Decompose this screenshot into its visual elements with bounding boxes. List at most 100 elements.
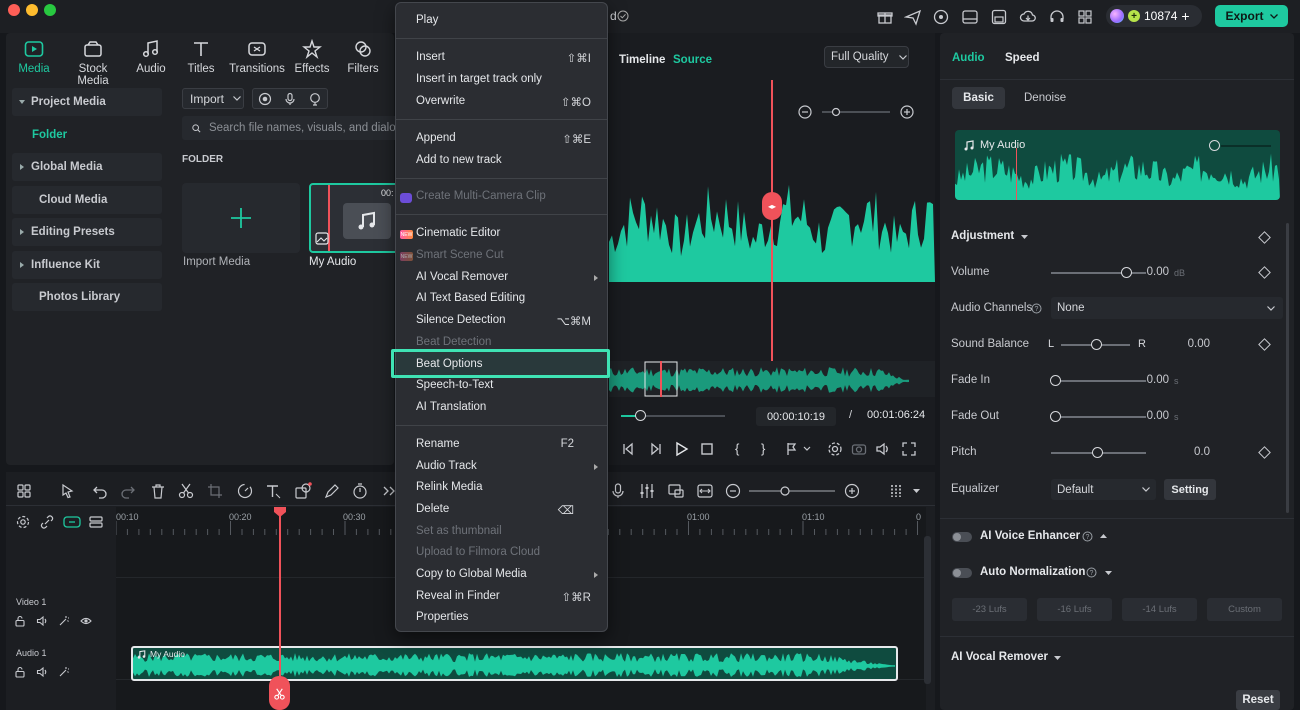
menu-item-beat-options[interactable]: Beat Options (416, 358, 482, 370)
delete-trash-icon[interactable] (149, 482, 167, 500)
marker-icon[interactable] (785, 441, 813, 457)
export-button[interactable]: Export (1215, 5, 1288, 27)
subtab-basic[interactable]: Basic (952, 87, 1005, 109)
quality-dropdown[interactable]: Full Quality (824, 46, 909, 68)
media-item-my-audio[interactable]: 00: (309, 183, 401, 253)
fade-in-value[interactable]: 0.00 (1129, 374, 1169, 386)
timeline-zoom-control[interactable] (725, 482, 859, 500)
keyframe-icon[interactable] (1258, 266, 1271, 279)
auto-ripple-icon[interactable] (63, 515, 81, 529)
menu-item-cinematic-editor[interactable]: Cinematic Editor (416, 227, 500, 239)
gift-icon[interactable] (876, 8, 894, 26)
tab-speed[interactable]: Speed (1005, 52, 1040, 64)
caret-down-icon[interactable] (1021, 235, 1028, 239)
preview-volume-knob[interactable] (1209, 140, 1220, 151)
shape-mask-icon[interactable] (294, 482, 312, 500)
menu-item-insert-target-track[interactable]: Insert in target track only (416, 73, 542, 85)
menu-item-delete[interactable]: Delete (416, 503, 449, 515)
menu-item-add-to-new-track[interactable]: Add to new track (416, 154, 502, 166)
magic-wand-icon[interactable] (58, 666, 70, 678)
keyframe-icon[interactable] (1258, 338, 1271, 351)
save-icon[interactable] (990, 8, 1008, 26)
tab-audio-inspector[interactable]: Audio (952, 52, 985, 64)
fade-out-knob[interactable] (1050, 411, 1061, 422)
settings-gear-icon[interactable] (827, 441, 843, 457)
microphone-icon[interactable] (609, 482, 627, 500)
add-credits-icon[interactable]: + (1181, 8, 1189, 24)
pen-tool-icon[interactable] (323, 482, 341, 500)
menu-item-reveal-in-finder[interactable]: Reveal in Finder (416, 590, 500, 602)
track-layout-icon[interactable] (887, 482, 905, 500)
previous-frame-icon[interactable] (621, 441, 637, 457)
menu-item-ai-vocal-remover[interactable]: AI Vocal Remover (416, 271, 508, 283)
progress-knob[interactable] (635, 410, 646, 421)
support-headset-icon[interactable] (1048, 8, 1066, 26)
fit-timeline-icon[interactable] (696, 482, 714, 500)
fullscreen-icon[interactable] (901, 441, 917, 457)
settings-gear-icon[interactable] (16, 515, 30, 529)
tab-media[interactable]: Media (18, 39, 50, 75)
pitch-knob[interactable] (1092, 447, 1103, 458)
minimize-window-button[interactable] (26, 4, 38, 16)
sidebar-item-folder[interactable]: Folder (12, 121, 162, 149)
lufs-option-23[interactable]: -23 Lufs (952, 598, 1027, 621)
mark-in-icon[interactable]: { (735, 441, 739, 456)
volume-icon[interactable] (875, 441, 891, 457)
balance-value[interactable]: 0.00 (1170, 338, 1210, 350)
voice-enhancer-toggle[interactable] (952, 532, 972, 542)
tab-source[interactable]: Source (673, 54, 712, 66)
caret-down-icon[interactable] (1105, 571, 1112, 575)
scissors-icon[interactable] (177, 482, 195, 500)
stop-icon[interactable] (699, 441, 715, 457)
text-tool-icon[interactable] (264, 482, 282, 500)
select-arrow-icon[interactable] (59, 482, 77, 500)
player-playhead[interactable] (771, 80, 773, 361)
microphone-icon[interactable] (283, 92, 297, 106)
crop-icon[interactable] (206, 482, 224, 500)
menu-item-copy-to-global-media[interactable]: Copy to Global Media (416, 568, 527, 580)
equalizer-dropdown[interactable]: Default (1051, 479, 1156, 500)
audio-clip[interactable]: My Audio (131, 646, 898, 681)
sidebar-item-global-media[interactable]: Global Media (12, 153, 162, 181)
auto-normalization-toggle[interactable] (952, 568, 972, 578)
sidebar-item-photos-library[interactable]: Photos Library (12, 283, 162, 311)
credits-pill[interactable]: + 10874 + (1106, 5, 1202, 27)
timeline-playhead[interactable] (279, 507, 281, 679)
caret-down-icon[interactable] (913, 489, 920, 493)
speed-icon[interactable] (236, 482, 254, 500)
zoom-control[interactable] (798, 104, 914, 120)
menu-item-rename[interactable]: Rename (416, 438, 459, 450)
menu-item-silence-detection[interactable]: Silence Detection (416, 314, 506, 326)
mark-out-icon[interactable]: } (761, 441, 765, 456)
reset-button[interactable]: Reset (1236, 690, 1280, 710)
grid-menu-icon[interactable] (1076, 8, 1094, 26)
fade-out-value[interactable]: 0.00 (1129, 410, 1169, 422)
split-handle[interactable] (269, 676, 290, 710)
cloud-download-icon[interactable] (1019, 8, 1037, 26)
timeline-vertical-scrollbar[interactable] (924, 536, 931, 684)
fade-in-knob[interactable] (1050, 375, 1061, 386)
lock-icon[interactable] (14, 666, 26, 678)
playhead-handle[interactable]: ◂▸ (762, 192, 782, 220)
timer-icon[interactable] (351, 482, 369, 500)
mini-waveform[interactable] (609, 361, 935, 397)
link-icon[interactable] (40, 515, 54, 529)
replace-media-icon[interactable] (667, 482, 685, 500)
caret-down-icon[interactable] (1054, 656, 1061, 660)
help-icon[interactable]: ? (1031, 303, 1042, 314)
play-icon[interactable] (673, 441, 689, 457)
sidebar-item-cloud-media[interactable]: Cloud Media (12, 185, 162, 214)
media-search-input[interactable]: Search file names, visuals, and dialog (182, 116, 402, 140)
keyframe-icon[interactable] (1258, 446, 1271, 459)
playhead-top-icon[interactable] (274, 507, 286, 517)
help-icon[interactable]: ? (1086, 567, 1097, 578)
tab-effects[interactable]: Effects (293, 39, 331, 75)
lufs-option-custom[interactable]: Custom (1207, 598, 1282, 621)
voiceover-icon[interactable] (308, 92, 322, 106)
help-icon[interactable]: ? (1082, 531, 1093, 542)
caret-up-icon[interactable] (1100, 534, 1107, 538)
menu-item-properties[interactable]: Properties (416, 611, 468, 623)
zoom-window-button[interactable] (44, 4, 56, 16)
tab-timeline[interactable]: Timeline (619, 54, 665, 66)
menu-item-insert[interactable]: Insert (416, 51, 445, 63)
